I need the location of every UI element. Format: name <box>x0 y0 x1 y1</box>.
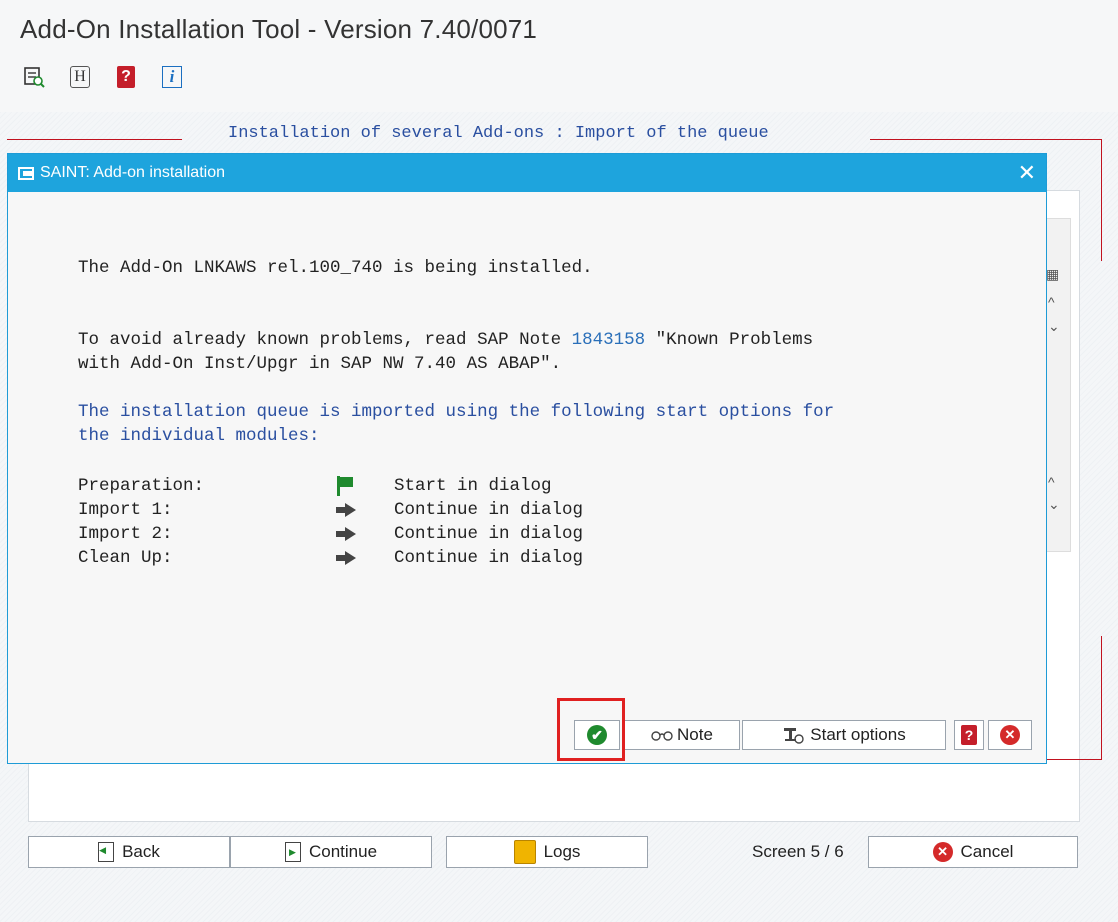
note-suffix: "Known Problems <box>645 330 814 350</box>
continue-label: Continue <box>308 842 378 861</box>
help-button[interactable]: ? <box>954 720 984 750</box>
queue-text-2: the individual modules: <box>78 426 320 446</box>
arrow-icon <box>336 503 356 517</box>
option-label: Import 1: <box>78 500 173 520</box>
app-title: Add-On Installation Tool - Version 7.40/… <box>20 14 538 44</box>
note-button[interactable]: Note <box>624 720 740 750</box>
close-icon[interactable]: ✕ <box>1018 162 1036 184</box>
continue-icon <box>284 842 301 862</box>
sap-note-link[interactable]: 1843158 <box>572 330 646 350</box>
logs-button[interactable]: Logs <box>446 836 648 868</box>
option-label: Preparation: <box>78 476 205 496</box>
help-icon[interactable]: ? <box>114 64 138 90</box>
saint-dialog: SAINT: Add-on installation ✕ The Add-On … <box>7 153 1047 764</box>
scroll-down-icon[interactable]: ⌄ <box>1048 318 1060 335</box>
flag-icon <box>336 476 354 496</box>
option-row: Import 2: Continue in dialog <box>78 524 583 544</box>
back-button[interactable]: Back <box>28 836 230 868</box>
info-icon[interactable]: i <box>160 64 184 90</box>
option-row: Import 1: Continue in dialog <box>78 500 583 520</box>
table-settings-icon[interactable]: ▦ <box>1046 266 1059 283</box>
arrow-icon <box>336 551 356 565</box>
cancel-button[interactable]: ✕ Cancel <box>868 836 1078 868</box>
scroll-up-icon[interactable]: ^ <box>1048 294 1055 310</box>
cancel-label: Cancel <box>960 842 1014 861</box>
option-row: Preparation: Start in dialog <box>78 476 552 496</box>
start-options-icon <box>784 728 804 744</box>
start-options-label: Start options <box>810 725 906 744</box>
tree-icon[interactable] <box>22 64 46 90</box>
toolbar: H ? i <box>22 64 184 90</box>
start-options-button[interactable]: Start options <box>742 720 946 750</box>
option-value: Start in dialog <box>394 476 552 496</box>
note-line: To avoid already known problems, read SA… <box>78 330 813 350</box>
continue-button[interactable]: Continue <box>230 836 432 868</box>
cancel-icon: ✕ <box>932 842 953 862</box>
app-header: Add-On Installation Tool - Version 7.40/… <box>0 0 1118 112</box>
back-icon <box>98 842 115 862</box>
scroll-up-icon-2[interactable]: ^ <box>1048 474 1055 490</box>
frame-line <box>870 139 1102 140</box>
h-icon[interactable]: H <box>68 64 92 90</box>
frame-line <box>1101 636 1102 760</box>
h-icon-glyph: H <box>70 66 90 88</box>
option-value: Continue in dialog <box>394 548 584 568</box>
cancel-icon: ✕ <box>1000 725 1020 745</box>
back-label: Back <box>122 842 160 861</box>
info-icon-glyph: i <box>162 66 182 88</box>
dialog-title: SAINT: Add-on installation <box>40 164 225 181</box>
install-message: The Add-On LNKAWS rel.100_740 is being i… <box>78 258 593 278</box>
highlight-box <box>557 698 625 761</box>
glasses-icon <box>651 731 673 741</box>
window-icon <box>18 166 34 180</box>
option-label: Import 2: <box>78 524 173 544</box>
frame-line <box>1101 139 1102 261</box>
scroll-down-icon-2[interactable]: ⌄ <box>1048 496 1060 513</box>
logs-icon <box>513 840 536 864</box>
note-prefix: To avoid already known problems, read SA… <box>78 330 572 350</box>
frame-line <box>7 139 182 140</box>
help-icon: ? <box>961 725 977 745</box>
queue-text-1: The installation queue is imported using… <box>78 402 835 422</box>
arrow-icon <box>336 527 356 541</box>
option-value: Continue in dialog <box>394 524 584 544</box>
section-heading: Installation of several Add-ons : Import… <box>228 124 769 143</box>
option-label: Clean Up: <box>78 548 173 568</box>
option-row: Clean Up: Continue in dialog <box>78 548 583 568</box>
note-button-label: Note <box>677 725 713 744</box>
cancel-dialog-button[interactable]: ✕ <box>988 720 1032 750</box>
dialog-titlebar: SAINT: Add-on installation ✕ <box>8 154 1046 192</box>
note-line-2: with Add-On Inst/Upgr in SAP NW 7.40 AS … <box>78 354 562 374</box>
logs-label: Logs <box>543 842 581 861</box>
option-value: Continue in dialog <box>394 500 584 520</box>
screen-counter: Screen 5 / 6 <box>752 842 844 861</box>
